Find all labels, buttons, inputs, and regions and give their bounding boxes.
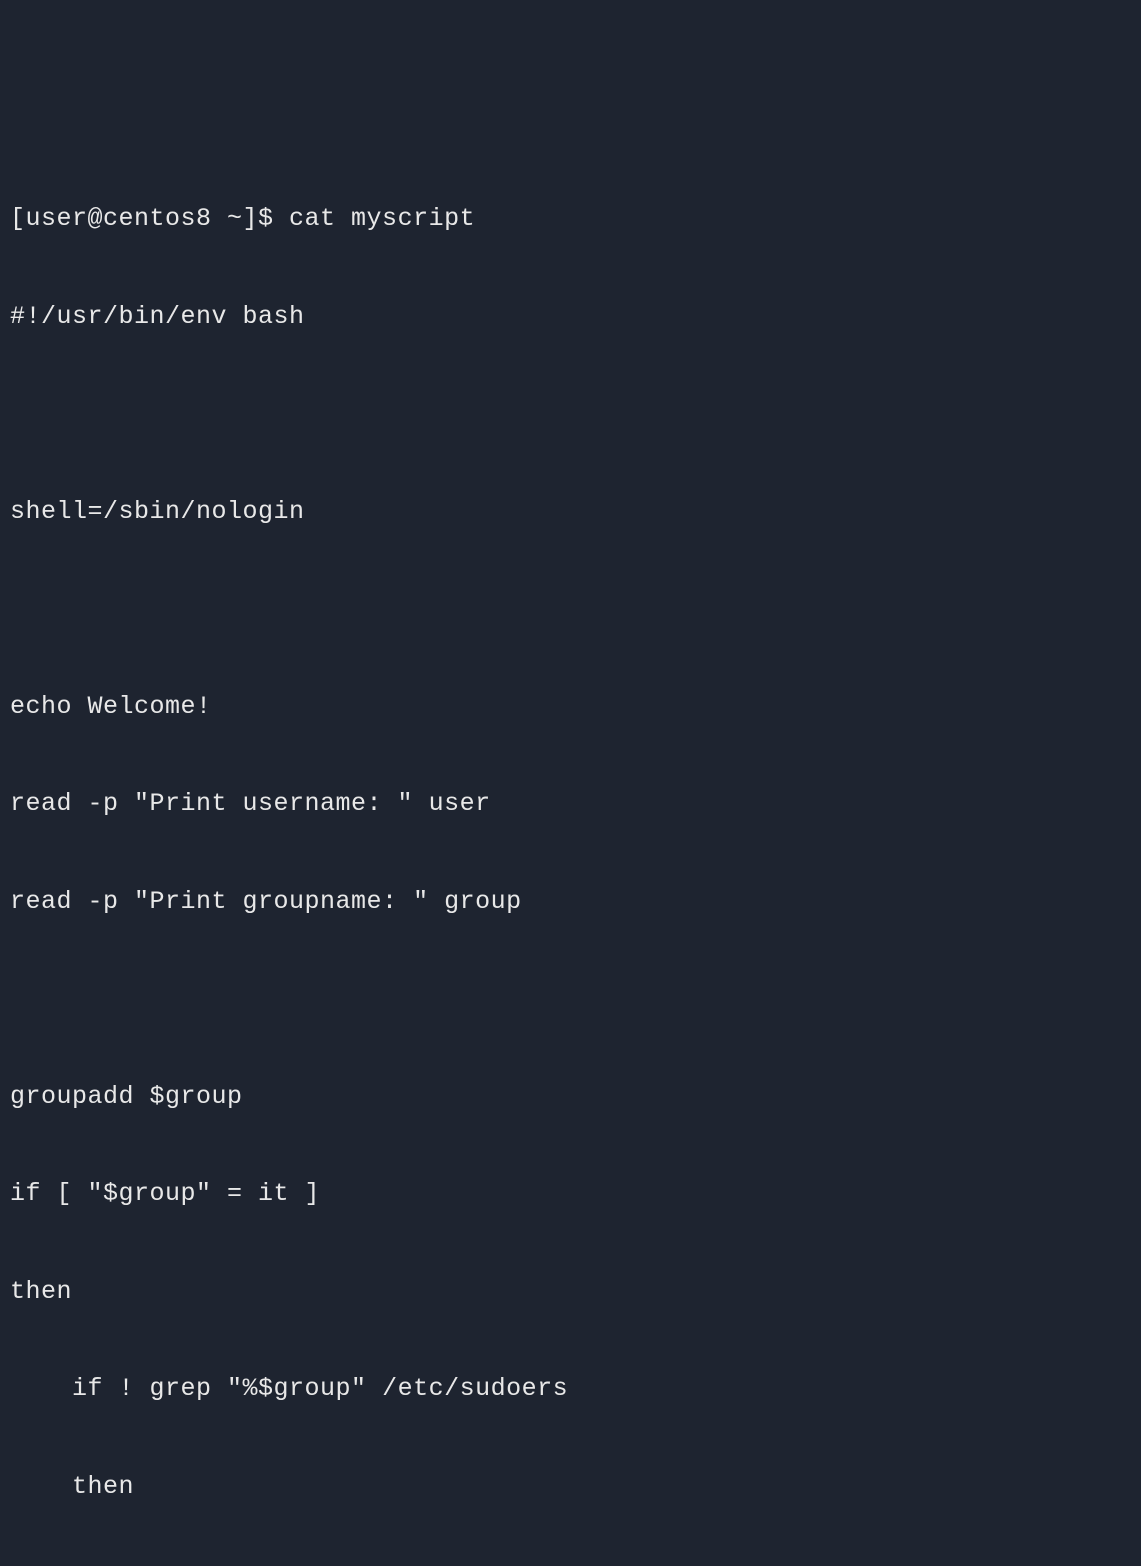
shell-prompt: [user@centos8 ~]$	[10, 204, 289, 233]
output-line-0: #!/usr/bin/env bash	[10, 301, 1131, 334]
terminal-window[interactable]: [user@centos8 ~]$ cat myscript #!/usr/bi…	[10, 138, 1131, 905]
output-line-9: if [ "$group" = it ]	[10, 1178, 1131, 1211]
output-line-10: then	[10, 1276, 1131, 1309]
command-text: cat myscript	[289, 204, 475, 233]
output-line-4: echo Welcome!	[10, 691, 1131, 724]
output-line-3	[10, 593, 1131, 626]
output-line-1	[10, 398, 1131, 431]
output-line-8: groupadd $group	[10, 1081, 1131, 1114]
output-line-7	[10, 983, 1131, 1016]
output-line-11: if ! grep "%$group" /etc/sudoers	[10, 1373, 1131, 1406]
output-line-2: shell=/sbin/nologin	[10, 496, 1131, 529]
output-line-5: read -p "Print username: " user	[10, 788, 1131, 821]
command-line-1: [user@centos8 ~]$ cat myscript	[10, 203, 1131, 236]
output-line-6: read -p "Print groupname: " group	[10, 886, 1131, 919]
output-line-12: then	[10, 1471, 1131, 1504]
